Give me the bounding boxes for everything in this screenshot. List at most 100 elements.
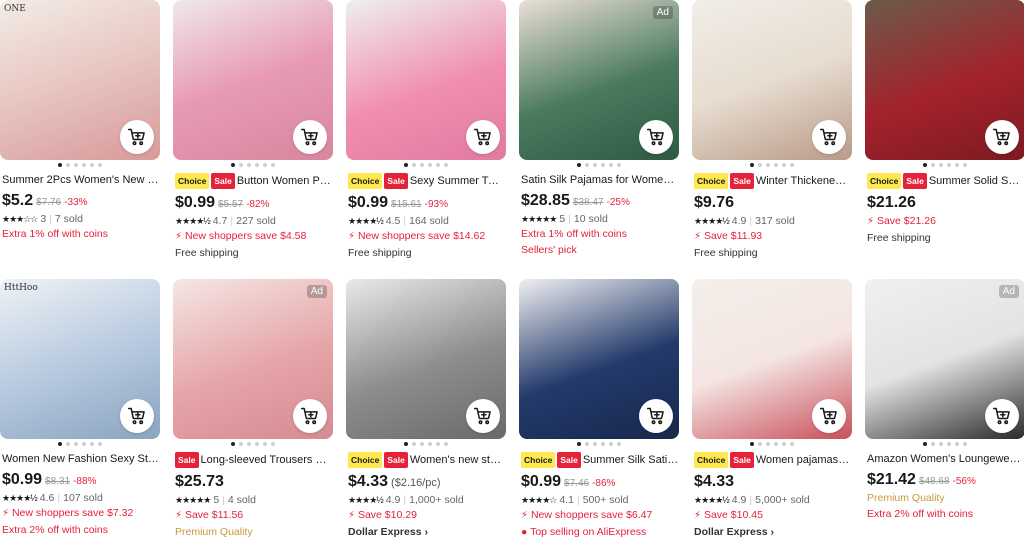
rating-row: ★★★☆☆ 3 | 7 sold [2,213,83,225]
original-price: $38.47 [572,197,604,208]
product-image[interactable]: Ad [519,0,679,160]
image-carousel-dots [173,442,333,446]
add-to-cart-button[interactable] [812,399,846,433]
flame-icon: ⚡ [521,510,529,521]
product-title-link[interactable]: ChoiceSaleWomen pajamas printed heart se… [694,452,852,468]
rating-row: ★★★★½ 4.9 | 317 sold [694,215,795,227]
product-title-link[interactable]: Amazon Women's Loungewear Set [867,452,1024,466]
add-to-cart-button[interactable] [466,399,500,433]
product-card[interactable]: Ad SaleLong-sleeved Trousers Home Pajamas… [173,279,333,538]
trophy-icon: ● [521,526,528,538]
product-card[interactable]: Ad Amazon Women's Loungewear Set $21.42 $48… [865,279,1024,538]
rating-value: 4.1 [559,494,574,506]
discount-percent: -86% [592,478,616,489]
product-grid: ONE Summer 2Pcs Women's New Fashion Satin… [0,0,1024,538]
rating-value: 5 [559,213,566,225]
product-image[interactable]: HttHoo [0,279,160,439]
product-image[interactable] [519,279,679,439]
product-title-link[interactable]: ChoiceSaleButton Women Pajamas Set [175,173,333,189]
add-to-cart-icon [992,127,1012,147]
star-icons: ★★★★½ [175,215,211,226]
flame-icon: ⚡ [175,510,183,521]
promo-text: ⚡ Save $11.93 [694,230,763,242]
product-title: Winter Thickened Pajamas Set [755,175,852,187]
promo-text: ⚡ Save $10.29 [348,509,417,521]
add-to-cart-button[interactable] [293,399,327,433]
price: $0.99 [348,194,389,211]
rating-row: ★★★★½ 4.7 | 227 sold [175,215,276,227]
product-title-link[interactable]: ChoiceSaleSummer Solid Soft Lace Pajama … [867,173,1024,189]
image-carousel-dots [865,163,1024,167]
product-image[interactable] [346,0,506,160]
add-to-cart-icon [473,406,493,426]
product-image[interactable] [692,279,852,439]
add-to-cart-button[interactable] [120,120,154,154]
add-to-cart-icon [819,406,839,426]
sold-count: 1,000+ sold [409,494,464,506]
product-image[interactable] [346,279,506,439]
flame-icon: ⚡ [348,510,356,521]
add-to-cart-icon [646,406,666,426]
image-carousel-dots [865,442,1024,446]
product-title-link[interactable]: ChoiceSaleWomen's new style pajamas [348,452,506,468]
image-carousel-dots [519,442,679,446]
image-carousel-dots [692,442,852,446]
product-card[interactable]: ChoiceSaleWinter Thickened Pajamas Set $9… [692,0,852,269]
product-card[interactable]: Ad Satin Silk Pajamas for Women's Long Sl… [519,0,679,269]
product-title-link[interactable]: ChoiceSaleWinter Thickened Pajamas Set [694,173,852,189]
product-image[interactable] [692,0,852,160]
product-card[interactable]: ChoiceSaleSexy Summer Two Piece Pajamas $… [346,0,506,269]
product-card[interactable]: ChoiceSaleSummer Solid Soft Lace Pajama … [865,0,1024,269]
product-title: Women's new style pajamas [409,454,506,466]
product-title-link[interactable]: SaleLong-sleeved Trousers Home Pajamas [175,452,333,468]
price: $4.33 [694,473,735,490]
product-title-link[interactable]: Satin Silk Pajamas for Women's Long Slee… [521,173,679,187]
flame-icon: ⚡ [175,231,183,242]
price: $21.42 [867,471,916,488]
discount-percent: -56% [952,476,976,487]
product-card[interactable]: ChoiceSaleWomen pajamas printed heart se… [692,279,852,538]
add-to-cart-button[interactable] [466,120,500,154]
product-card[interactable]: ChoiceSaleSummer Silk Satin Pajamas $0.99… [519,279,679,538]
brand-watermark: HttHoo [4,283,38,293]
flame-icon: ⚡ [694,510,702,521]
add-to-cart-button[interactable] [639,399,673,433]
product-title-link[interactable]: Summer 2Pcs Women's New Fashion Satin La… [2,173,160,187]
price: $21.26 [867,194,916,211]
price: $5.2 [2,192,34,209]
product-image[interactable]: Ad [865,279,1024,439]
extra-info[interactable]: Dollar Express › [694,525,852,538]
product-title-link[interactable]: ChoiceSaleSexy Summer Two Piece Pajamas [348,173,506,189]
discount-percent: -88% [73,476,97,487]
product-title-link[interactable]: ChoiceSaleSummer Silk Satin Pajamas [521,452,679,468]
add-to-cart-button[interactable] [985,399,1019,433]
sold-count: 227 sold [236,215,276,227]
star-icons: ★★★★½ [348,215,384,226]
add-to-cart-button[interactable] [639,120,673,154]
add-to-cart-button[interactable] [293,120,327,154]
product-card[interactable]: HttHoo Women New Fashion Sexy Striped Paj… [0,279,160,538]
add-to-cart-button[interactable] [812,120,846,154]
product-title-link[interactable]: Women New Fashion Sexy Striped Pajamas S… [2,452,160,466]
product-image[interactable]: ONE [0,0,160,160]
product-card[interactable]: ChoiceSaleWomen's new style pajamas $4.33… [346,279,506,538]
original-price: $7.46 [564,478,590,489]
star-icons: ★★★★½ [2,492,38,503]
promo-text: ⚡ New shoppers save $7.32 [2,507,134,519]
price: $0.99 [2,471,43,488]
ad-label: Ad [306,285,327,298]
product-image[interactable] [173,0,333,160]
add-to-cart-icon [300,406,320,426]
unit-price: ($2.16/pc) [391,477,441,489]
add-to-cart-button[interactable] [985,120,1019,154]
extra-info[interactable]: Dollar Express › [348,525,506,538]
product-card[interactable]: ONE Summer 2Pcs Women's New Fashion Satin… [0,0,160,269]
product-image[interactable] [865,0,1024,160]
rating-value: 4.9 [731,494,747,506]
product-card[interactable]: ChoiceSaleButton Women Pajamas Set $0.99$… [173,0,333,269]
choice-badge: Choice [175,173,210,189]
product-image[interactable]: Ad [173,279,333,439]
price-row: $0.99 $7.46 -86% [521,473,679,491]
choice-badge: Choice [521,452,556,468]
add-to-cart-button[interactable] [120,399,154,433]
